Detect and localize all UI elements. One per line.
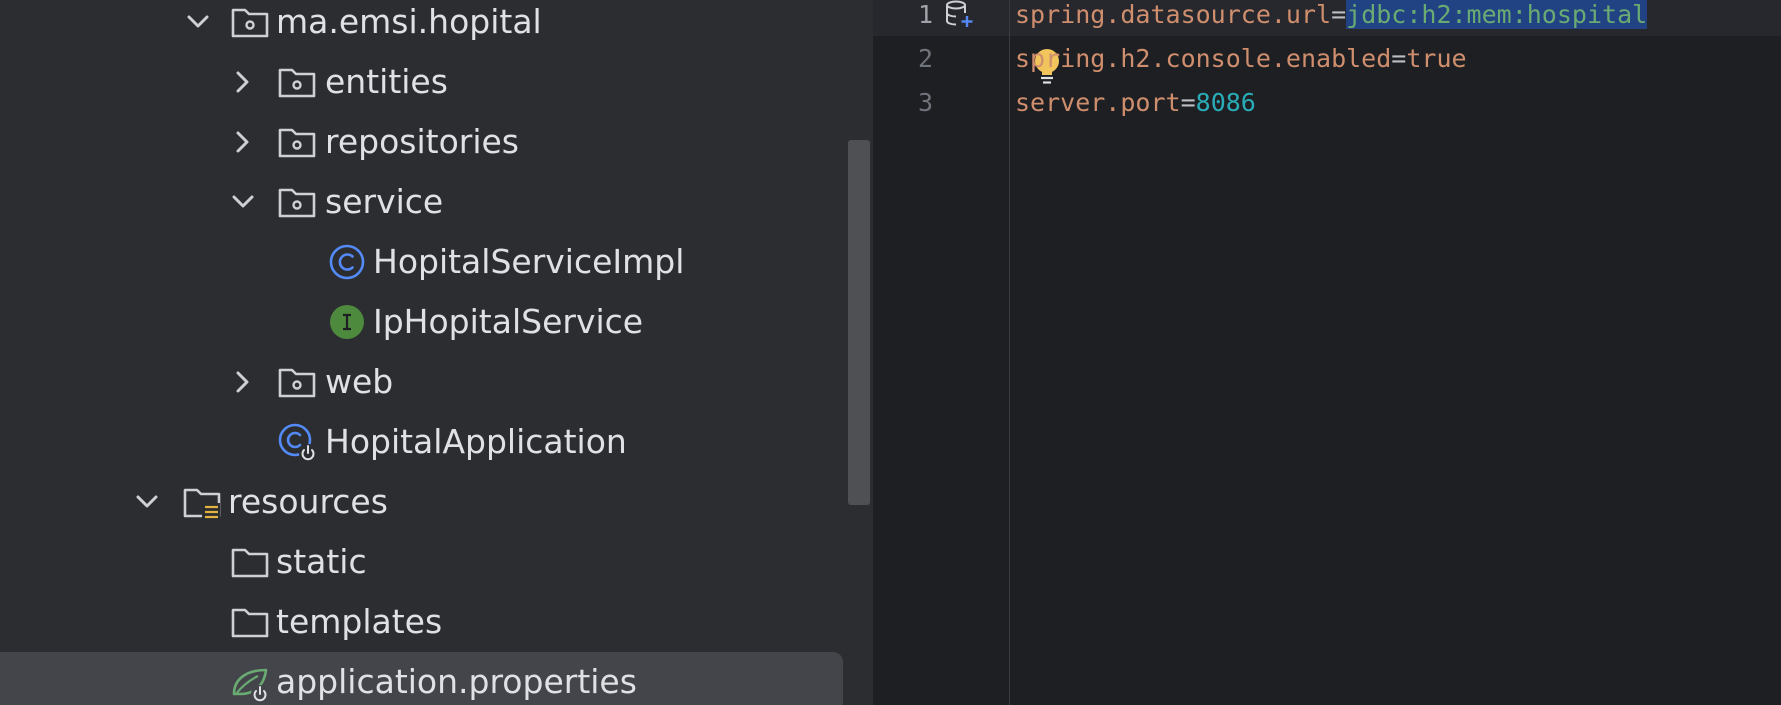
tree-item-label: repositories <box>325 122 520 161</box>
code-line[interactable]: server.port=8086 <box>1015 85 1256 121</box>
class-icon <box>329 244 365 280</box>
property-value-selected: jdbc:h2:mem:hospital <box>1346 0 1648 29</box>
tree-item-repositories[interactable]: repositories <box>0 112 843 172</box>
property-key: server.port <box>1015 88 1181 117</box>
chevron-down-icon[interactable] <box>223 182 263 222</box>
chevron-right-icon[interactable] <box>223 62 263 102</box>
ide-window: ma.emsi.hopital entities repositories se… <box>0 0 1781 705</box>
tree-item-label: service <box>325 182 444 221</box>
chevron-down-icon[interactable] <box>127 482 167 522</box>
property-value: 8086 <box>1195 88 1256 117</box>
property-key: spring.h2.console.enabled <box>1015 44 1392 73</box>
folder-icon <box>231 548 269 578</box>
property-separator: = <box>1331 0 1347 29</box>
property-value: true <box>1406 44 1467 73</box>
tree-item-label: ma.emsi.hopital <box>276 2 542 41</box>
property-separator: = <box>1180 88 1196 117</box>
tree-item-hopital-application[interactable]: HopitalApplication <box>0 412 843 472</box>
tree-item-label: HopitalApplication <box>325 422 627 461</box>
package-folder-icon <box>278 368 316 398</box>
database-add-icon[interactable] <box>945 0 975 28</box>
tree-item-web[interactable]: web <box>0 352 843 412</box>
tree-item-label: application.properties <box>276 662 637 701</box>
tree-item-ma-emsi-hopital[interactable]: ma.emsi.hopital <box>0 0 843 52</box>
line-number: 1 <box>917 0 933 29</box>
tree-item-static[interactable]: static <box>0 532 843 592</box>
project-tree-panel: ma.emsi.hopital entities repositories se… <box>0 0 873 705</box>
tree-item-entities[interactable]: entities <box>0 52 843 112</box>
interface-icon <box>330 305 364 339</box>
tree-item-label: web <box>325 362 394 401</box>
spring-boot-class-icon <box>278 423 317 462</box>
property-key: spring.datasource.url <box>1015 0 1332 29</box>
chevron-right-icon[interactable] <box>223 362 263 402</box>
tree-item-application-properties[interactable]: application.properties <box>0 652 843 705</box>
package-folder-icon <box>278 188 316 218</box>
tree-item-hopital-service-impl[interactable]: HopitalServiceImpl <box>0 232 843 292</box>
tree-item-label: HopitalServiceImpl <box>373 242 685 281</box>
property-separator: = <box>1391 44 1407 73</box>
chevron-down-icon[interactable] <box>178 2 218 42</box>
tree-item-ip-hopital-service[interactable]: IpHopitalService <box>0 292 843 352</box>
line-number: 2 <box>917 44 933 73</box>
line-number: 3 <box>917 88 933 117</box>
folder-icon <box>231 608 269 638</box>
tree-item-label: static <box>276 542 367 581</box>
chevron-right-icon[interactable] <box>223 122 263 162</box>
gutter-divider <box>1009 0 1010 705</box>
tree-item-label: entities <box>325 62 448 101</box>
package-folder-icon <box>278 68 316 98</box>
code-editor[interactable]: 1 2 3 spring.datasource.url=jdbc:h2:mem:… <box>873 0 1781 705</box>
code-line[interactable]: spring.h2.console.enabled=true <box>1015 41 1467 77</box>
tree-item-label: templates <box>276 602 443 641</box>
tree-item-service[interactable]: service <box>0 172 843 232</box>
tree-scrollbar[interactable] <box>848 140 870 505</box>
tree-item-templates[interactable]: templates <box>0 592 843 652</box>
tree-item-label: resources <box>228 482 388 521</box>
package-folder-icon <box>278 128 316 158</box>
package-folder-icon <box>231 8 269 38</box>
resources-folder-icon <box>183 488 221 521</box>
tree-item-label: IpHopitalService <box>373 302 644 341</box>
code-line[interactable]: spring.datasource.url=jdbc:h2:mem:hospit… <box>1015 0 1648 33</box>
spring-properties-icon <box>232 668 269 703</box>
tree-item-resources[interactable]: resources <box>0 472 843 532</box>
